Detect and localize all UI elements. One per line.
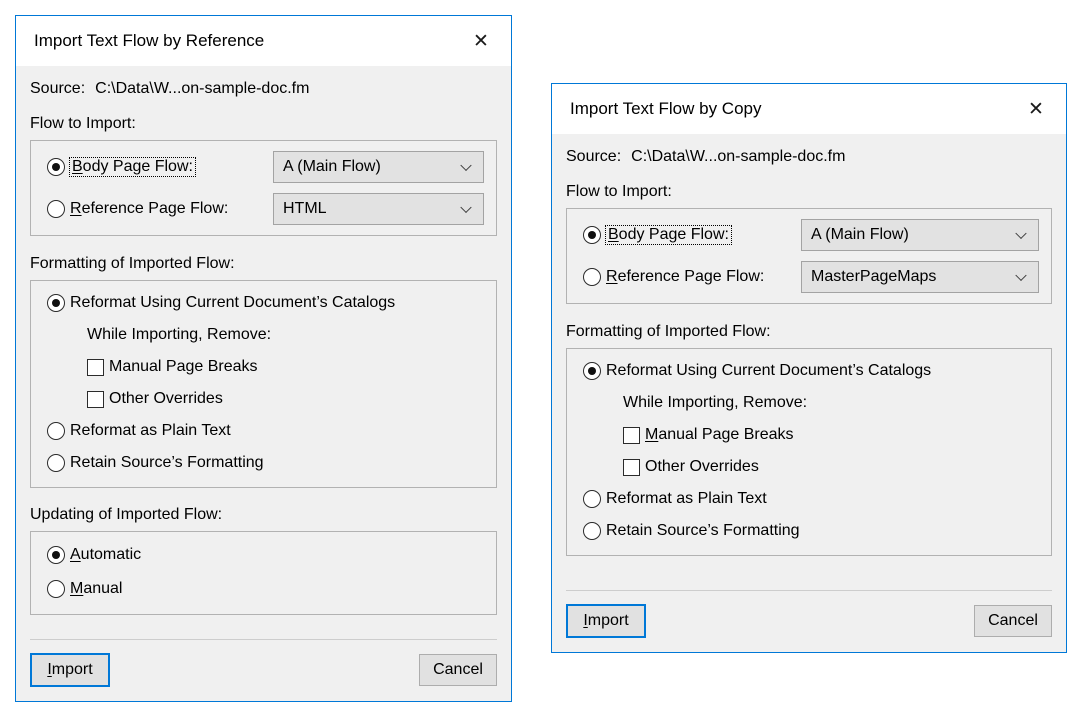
- import-by-copy-dialog: Import Text Flow by Copy ✕ Source: C:\Da…: [551, 83, 1067, 653]
- flow-to-import-group: Body Page Flow: A (Main Flow) Reference …: [30, 140, 497, 236]
- other-overrides-checkbox[interactable]: [623, 459, 640, 476]
- flow-to-import-group: Body Page Flow: A (Main Flow) Reference …: [566, 208, 1052, 304]
- body-page-flow-label[interactable]: Body Page Flow:: [70, 158, 195, 176]
- source-label: Source:: [566, 148, 621, 166]
- body-page-flow-radio[interactable]: [583, 226, 601, 244]
- reference-flow-row: Reference Page Flow: MasterPageMaps: [583, 261, 1039, 293]
- reformat-plain-label[interactable]: Reformat as Plain Text: [70, 422, 231, 440]
- body-flow-selected-value: A (Main Flow): [283, 158, 381, 176]
- source-row: Source: C:\Data\W...on-sample-doc.fm: [566, 134, 1052, 166]
- dialog-title: Import Text Flow by Reference: [34, 31, 264, 51]
- while-importing-label: While Importing, Remove:: [87, 326, 484, 344]
- dialog-title: Import Text Flow by Copy: [570, 99, 761, 119]
- updating-section-label: Updating of Imported Flow:: [30, 506, 497, 524]
- manual-page-breaks-row: Manual Page Breaks: [623, 426, 1039, 444]
- reference-flow-selected-value: MasterPageMaps: [811, 268, 936, 286]
- dialog-content: Source: C:\Data\W...on-sample-doc.fm Flo…: [552, 134, 1066, 652]
- body-page-flow-label[interactable]: Body Page Flow:: [606, 226, 731, 244]
- reference-page-flow-radio[interactable]: [47, 200, 65, 218]
- reformat-catalogs-radio[interactable]: [583, 362, 601, 380]
- source-path: C:\Data\W...on-sample-doc.fm: [95, 80, 309, 98]
- retain-source-label[interactable]: Retain Source’s Formatting: [606, 522, 800, 540]
- reformat-catalogs-row: Reformat Using Current Document’s Catalo…: [583, 362, 1039, 380]
- chevron-down-icon: [1015, 228, 1026, 239]
- dialog-content: Source: C:\Data\W...on-sample-doc.fm Flo…: [16, 66, 511, 701]
- chevron-down-icon: [460, 160, 471, 171]
- retain-source-radio[interactable]: [47, 454, 65, 472]
- button-row: Import Cancel: [566, 590, 1052, 638]
- formatting-section-label: Formatting of Imported Flow:: [30, 255, 497, 273]
- cancel-button[interactable]: Cancel: [419, 654, 497, 686]
- button-row: Import Cancel: [30, 639, 497, 687]
- close-icon[interactable]: ✕: [467, 27, 495, 55]
- reformat-plain-radio[interactable]: [47, 422, 65, 440]
- reference-page-flow-label[interactable]: Reference Page Flow:: [70, 200, 228, 218]
- reformat-plain-row: Reformat as Plain Text: [47, 422, 484, 440]
- reference-flow-select[interactable]: MasterPageMaps: [801, 261, 1039, 293]
- manual-label[interactable]: Manual: [70, 580, 122, 598]
- reference-flow-select[interactable]: HTML: [273, 193, 484, 225]
- chevron-down-icon: [460, 202, 471, 213]
- retain-source-row: Retain Source’s Formatting: [47, 454, 484, 472]
- while-importing-label: While Importing, Remove:: [623, 394, 1039, 412]
- titlebar[interactable]: Import Text Flow by Reference ✕: [16, 16, 511, 66]
- reference-flow-row: Reference Page Flow: HTML: [47, 193, 484, 225]
- import-button[interactable]: Import: [566, 604, 646, 638]
- chevron-down-icon: [1015, 270, 1026, 281]
- manual-page-breaks-row: Manual Page Breaks: [87, 358, 484, 376]
- reference-flow-selected-value: HTML: [283, 200, 327, 218]
- other-overrides-label[interactable]: Other Overrides: [109, 390, 223, 408]
- other-overrides-row: Other Overrides: [87, 390, 484, 408]
- reformat-catalogs-row: Reformat Using Current Document’s Catalo…: [47, 294, 484, 312]
- manual-radio[interactable]: [47, 580, 65, 598]
- formatting-group: Reformat Using Current Document’s Catalo…: [566, 348, 1052, 556]
- cancel-button[interactable]: Cancel: [974, 605, 1052, 637]
- titlebar[interactable]: Import Text Flow by Copy ✕: [552, 84, 1066, 134]
- formatting-section-label: Formatting of Imported Flow:: [566, 323, 1052, 341]
- manual-page-breaks-label[interactable]: Manual Page Breaks: [645, 426, 794, 444]
- manual-row: Manual: [47, 580, 484, 598]
- reformat-plain-radio[interactable]: [583, 490, 601, 508]
- reformat-catalogs-radio[interactable]: [47, 294, 65, 312]
- reformat-plain-label[interactable]: Reformat as Plain Text: [606, 490, 767, 508]
- manual-page-breaks-checkbox[interactable]: [623, 427, 640, 444]
- close-icon[interactable]: ✕: [1022, 95, 1050, 123]
- body-flow-select[interactable]: A (Main Flow): [273, 151, 484, 183]
- import-button[interactable]: Import: [30, 653, 110, 687]
- other-overrides-checkbox[interactable]: [87, 391, 104, 408]
- other-overrides-row: Other Overrides: [623, 458, 1039, 476]
- flow-section-label: Flow to Import:: [566, 183, 1052, 201]
- automatic-radio[interactable]: [47, 546, 65, 564]
- body-flow-row: Body Page Flow: A (Main Flow): [583, 219, 1039, 251]
- updating-group: Automatic Manual: [30, 531, 497, 615]
- body-page-flow-radio[interactable]: [47, 158, 65, 176]
- manual-page-breaks-checkbox[interactable]: [87, 359, 104, 376]
- reference-page-flow-label[interactable]: Reference Page Flow:: [606, 268, 764, 286]
- other-overrides-label[interactable]: Other Overrides: [645, 458, 759, 476]
- source-row: Source: C:\Data\W...on-sample-doc.fm: [30, 66, 497, 98]
- body-flow-row: Body Page Flow: A (Main Flow): [47, 151, 484, 183]
- retain-source-row: Retain Source’s Formatting: [583, 522, 1039, 540]
- import-by-reference-dialog: Import Text Flow by Reference ✕ Source: …: [15, 15, 512, 702]
- manual-page-breaks-label[interactable]: Manual Page Breaks: [109, 358, 258, 376]
- formatting-group: Reformat Using Current Document’s Catalo…: [30, 280, 497, 488]
- flow-section-label: Flow to Import:: [30, 115, 497, 133]
- source-label: Source:: [30, 80, 85, 98]
- reformat-catalogs-label[interactable]: Reformat Using Current Document’s Catalo…: [606, 362, 931, 380]
- automatic-row: Automatic: [47, 546, 484, 564]
- source-path: C:\Data\W...on-sample-doc.fm: [631, 148, 845, 166]
- automatic-label[interactable]: Automatic: [70, 546, 141, 564]
- reformat-catalogs-label[interactable]: Reformat Using Current Document’s Catalo…: [70, 294, 395, 312]
- retain-source-label[interactable]: Retain Source’s Formatting: [70, 454, 264, 472]
- reference-page-flow-radio[interactable]: [583, 268, 601, 286]
- body-flow-selected-value: A (Main Flow): [811, 226, 909, 244]
- body-flow-select[interactable]: A (Main Flow): [801, 219, 1039, 251]
- retain-source-radio[interactable]: [583, 522, 601, 540]
- reformat-plain-row: Reformat as Plain Text: [583, 490, 1039, 508]
